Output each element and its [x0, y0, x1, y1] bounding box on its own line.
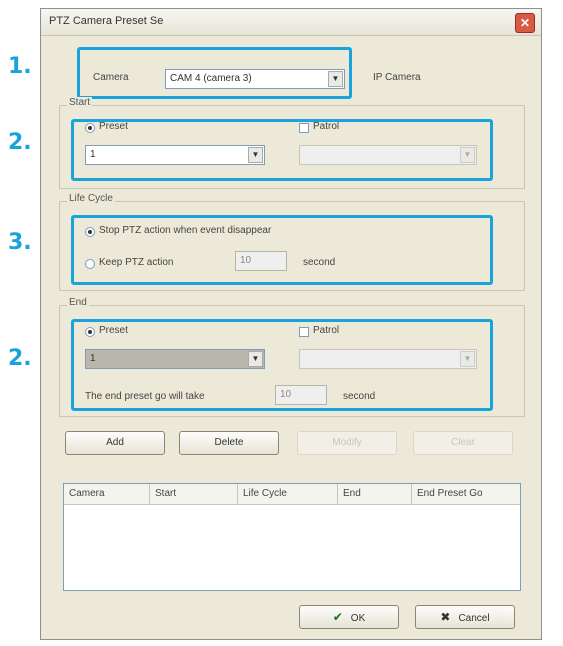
title-bar: PTZ Camera Preset Se ✕: [41, 9, 541, 36]
checkmark-icon: ✔: [332, 610, 343, 624]
close-button[interactable]: ✕: [515, 13, 535, 33]
life-cycle-group-label: Life Cycle: [67, 193, 115, 204]
col-start[interactable]: Start: [150, 484, 238, 504]
highlight-life-cycle: [71, 215, 493, 285]
cancel-label: Cancel: [458, 613, 490, 624]
annotation-2: 2.: [8, 130, 32, 155]
camera-type: IP Camera: [373, 72, 421, 83]
col-camera[interactable]: Camera: [64, 484, 150, 504]
highlight-end: [71, 319, 493, 411]
ok-button[interactable]: ✔ OK: [299, 605, 399, 629]
col-life-cycle[interactable]: Life Cycle: [238, 484, 338, 504]
col-end-preset-go[interactable]: End Preset Go: [412, 484, 520, 504]
dialog-title: PTZ Camera Preset Se: [49, 15, 164, 27]
table-header: Camera Start Life Cycle End End Preset G…: [64, 484, 520, 505]
col-end[interactable]: End: [338, 484, 412, 504]
start-group-label: Start: [67, 97, 93, 108]
clear-button: Clear: [413, 431, 513, 455]
end-group-label: End: [67, 297, 89, 308]
highlight-camera: [77, 47, 352, 99]
delete-button[interactable]: Delete: [179, 431, 279, 455]
highlight-start: [71, 119, 493, 181]
add-button[interactable]: Add: [65, 431, 165, 455]
ok-label: OK: [350, 613, 366, 624]
preset-table[interactable]: Camera Start Life Cycle End End Preset G…: [63, 483, 521, 591]
annotation-1: 1.: [8, 54, 32, 79]
ptz-preset-dialog: PTZ Camera Preset Se ✕ Camera CAM 4 (cam…: [40, 8, 542, 640]
annotation-3: 3.: [8, 230, 32, 255]
cancel-x-icon: ✖: [440, 610, 451, 624]
modify-button: Modify: [297, 431, 397, 455]
annotation-2-end: 2.: [8, 346, 32, 371]
cancel-button[interactable]: ✖ Cancel: [415, 605, 515, 629]
